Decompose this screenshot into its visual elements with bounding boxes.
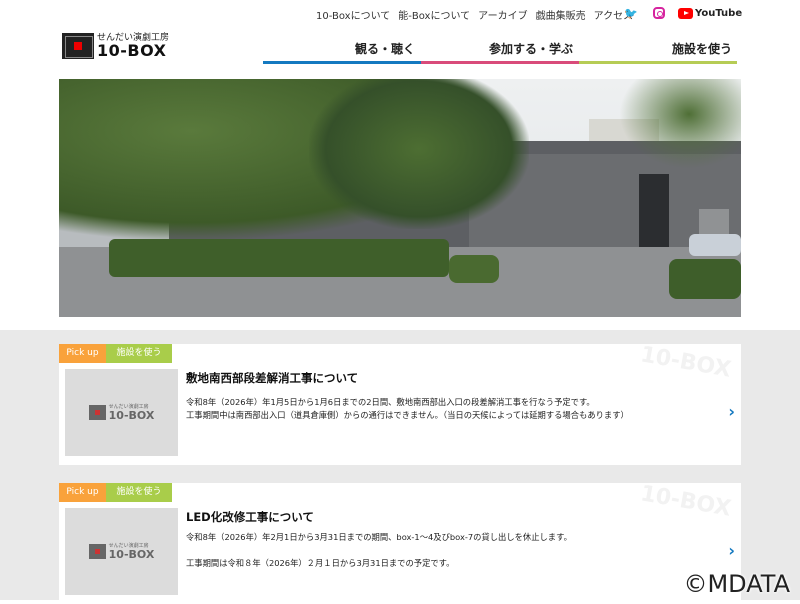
card-text-line: 工事期間は令和８年（2026年）２月１日から3月31日までの予定です。 xyxy=(186,558,455,568)
copyright-watermark: ©MDATA xyxy=(683,570,790,598)
nav-link-nobox[interactable]: 能-Boxについて xyxy=(398,7,470,22)
card-text-line: 工事期間中は南西部出入口（道具倉庫側）からの通行はできません。（当日の天候によっ… xyxy=(186,410,629,420)
youtube-link[interactable]: YouTube xyxy=(678,8,742,19)
utility-nav: 10-Boxについて 能-Boxについて アーカイブ 戯曲集販売 アクセス xyxy=(316,7,633,22)
youtube-label: YouTube xyxy=(695,8,743,19)
card-title[interactable]: 敷地南西部段差解消工事について xyxy=(186,370,358,386)
nav-link-scripts[interactable]: 戯曲集販売 xyxy=(536,7,586,22)
instagram-icon[interactable] xyxy=(653,7,665,19)
chevron-right-icon[interactable]: › xyxy=(728,402,735,421)
nav-link-10box[interactable]: 10-Boxについて xyxy=(316,7,390,22)
logo-name: 10-BOX xyxy=(97,41,167,60)
nav-watch-listen[interactable]: 観る・聴く xyxy=(263,40,421,64)
thumb-logo-name: 10-BOX xyxy=(108,548,155,561)
youtube-icon xyxy=(678,8,693,19)
nav-participate-learn[interactable]: 参加する・学ぶ xyxy=(421,40,579,64)
twitter-icon[interactable]: 🐦 xyxy=(624,8,638,19)
site-logo[interactable]: せんだい演劇工房 10-BOX xyxy=(62,33,169,59)
category-badge[interactable]: 施設を使う xyxy=(106,344,172,363)
card-body: 令和8年（2026年）年1月5日から1月6日までの2日間、敷地南西部出入口の段差… xyxy=(186,396,629,422)
nav-use-facility[interactable]: 施設を使う xyxy=(579,40,737,64)
card-thumbnail: せんだい演劇工房 10-BOX xyxy=(65,508,178,595)
card-watermark-logo: 10-BOX xyxy=(638,481,733,522)
card-text-line: 令和8年（2026年）年1月5日から1月6日までの2日間、敷地南西部出入口の段差… xyxy=(186,397,595,407)
card-text-line: 令和8年（2026年）年2月1日から3月31日までの期間、box-1～4及びbo… xyxy=(186,532,572,542)
logo-mark xyxy=(62,33,94,59)
main-nav: 観る・聴く 参加する・学ぶ 施設を使う xyxy=(263,40,737,64)
pickup-badge: Pick up xyxy=(59,483,106,502)
chevron-right-icon[interactable]: › xyxy=(728,541,735,560)
category-badge[interactable]: 施設を使う xyxy=(106,483,172,502)
news-card[interactable]: 10-BOX Pick up 施設を使う せんだい演劇工房 10-BOX 敷地南西… xyxy=(59,342,741,465)
card-thumbnail: せんだい演劇工房 10-BOX xyxy=(65,369,178,456)
thumb-logo-name: 10-BOX xyxy=(108,409,155,422)
news-card[interactable]: 10-BOX Pick up 施設を使う せんだい演劇工房 10-BOX LED化… xyxy=(59,481,741,604)
card-watermark-logo: 10-BOX xyxy=(638,342,733,383)
hero-photo xyxy=(59,79,741,317)
pickup-badge: Pick up xyxy=(59,344,106,363)
card-title[interactable]: LED化改修工事について xyxy=(186,509,314,525)
nav-link-archive[interactable]: アーカイブ xyxy=(478,7,527,22)
card-text-spacer xyxy=(186,544,572,557)
card-body: 令和8年（2026年）年2月1日から3月31日までの期間、box-1～4及びbo… xyxy=(186,531,572,570)
